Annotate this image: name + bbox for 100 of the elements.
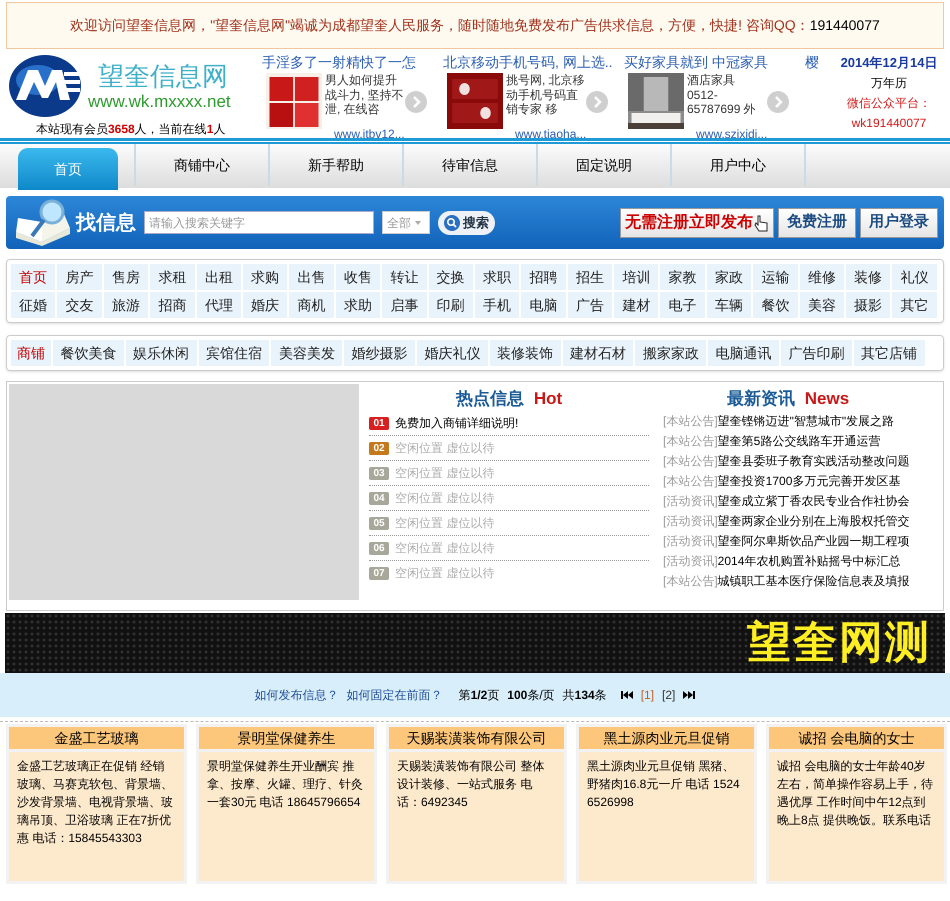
- news-link[interactable]: 望奎成立紫丁香农民专业合作社协会: [718, 492, 910, 510]
- site-url[interactable]: www.wk.mxxxx.net: [88, 92, 231, 110]
- category-link[interactable]: 求职: [474, 264, 520, 290]
- category-link[interactable]: 宾馆住宿: [198, 340, 270, 366]
- last-page-icon[interactable]: [683, 690, 696, 700]
- category-link[interactable]: 建材石材: [562, 340, 634, 366]
- nav-tab[interactable]: 固定说明: [538, 144, 672, 186]
- category-link[interactable]: 培训: [614, 264, 658, 290]
- news-link[interactable]: 望奎阿尔卑斯饮品产业园一期工程项: [718, 532, 910, 550]
- category-link[interactable]: 其它: [892, 292, 937, 318]
- card-title[interactable]: 金盛工艺玻璃: [9, 727, 184, 749]
- ad-description: 挑号网, 北京移动手机号码直销专家 移: [506, 73, 586, 118]
- first-page-icon[interactable]: [620, 690, 633, 700]
- category-link[interactable]: 美容美发: [271, 340, 342, 366]
- category-link[interactable]: 招商: [150, 292, 195, 318]
- category-link[interactable]: 出租: [196, 264, 241, 290]
- category-link[interactable]: 手机: [474, 292, 520, 318]
- news-link[interactable]: 望奎县委班子教育实践活动整改问题: [718, 452, 910, 470]
- register-button[interactable]: 免费注册: [778, 208, 856, 238]
- category-link[interactable]: 电脑通讯: [708, 340, 779, 366]
- category-link[interactable]: 商铺: [11, 340, 51, 366]
- category-link[interactable]: 收售: [336, 264, 380, 290]
- category-link[interactable]: 餐饮: [753, 292, 798, 318]
- card-title[interactable]: 诚招 会电脑的女士: [769, 727, 944, 749]
- ad-title[interactable]: 手淫多了一射精快了一怎: [262, 53, 441, 71]
- category-link[interactable]: 娱乐休闲: [126, 340, 197, 366]
- ad-title[interactable]: 北京移动手机号码, 网上选..: [443, 53, 622, 71]
- category-link[interactable]: 礼仪: [892, 264, 937, 290]
- category-link[interactable]: 其它店铺: [854, 340, 925, 366]
- card-title[interactable]: 黑土源肉业元旦促销: [579, 727, 754, 749]
- news-tag: [活动资讯]: [663, 552, 718, 570]
- news-link[interactable]: 望奎铿锵迈进"智慧城市"发展之路: [718, 412, 894, 430]
- category-link[interactable]: 婚庆: [242, 292, 288, 318]
- nav-tab[interactable]: 待审信息: [404, 144, 538, 186]
- hot-item-link[interactable]: 免费加入商铺详细说明!: [395, 414, 518, 432]
- ad-link[interactable]: www.itbv12...: [262, 125, 441, 143]
- nav-tab[interactable]: 商铺中心: [136, 144, 270, 186]
- news-tag: [活动资讯]: [663, 512, 718, 530]
- category-link[interactable]: 交换: [428, 264, 473, 290]
- publish-button[interactable]: 无需注册立即发布: [620, 208, 774, 238]
- category-link[interactable]: 商机: [289, 292, 334, 318]
- search-button[interactable]: 搜索: [438, 210, 495, 234]
- category-link[interactable]: 代理: [196, 292, 241, 318]
- news-link[interactable]: 城镇职工基本医疗保险信息表及填报: [718, 572, 910, 590]
- news-link[interactable]: 望奎第5路公交线路车开通运营: [718, 432, 880, 450]
- category-link[interactable]: 招聘: [521, 264, 566, 290]
- category-link[interactable]: 摄影: [846, 292, 890, 318]
- category-link[interactable]: 维修: [800, 264, 844, 290]
- card-title[interactable]: 天赐装潢装饰有限公司: [389, 727, 564, 749]
- page-link[interactable]: [2]: [662, 686, 676, 704]
- category-link[interactable]: 出售: [289, 264, 334, 290]
- category-link[interactable]: 家政: [706, 264, 752, 290]
- category-link[interactable]: 餐饮美食: [53, 340, 124, 366]
- category-link[interactable]: 建材: [614, 292, 658, 318]
- login-button[interactable]: 用户登录: [860, 208, 938, 238]
- category-link[interactable]: 搬家家政: [635, 340, 706, 366]
- help-link[interactable]: 如何发布信息？: [254, 686, 339, 704]
- ad-title[interactable]: 樱: [805, 53, 827, 71]
- category-link[interactable]: 启事: [382, 292, 427, 318]
- calendar-link[interactable]: 万年历: [871, 73, 907, 93]
- hot-title-en: Hot: [534, 388, 562, 410]
- news-tag: [本站公告]: [663, 412, 718, 430]
- category-link[interactable]: 运输: [753, 264, 798, 290]
- category-link[interactable]: 家教: [660, 264, 705, 290]
- category-link[interactable]: 求助: [336, 292, 380, 318]
- ad-link[interactable]: www.szixidi...: [624, 125, 803, 143]
- category-link[interactable]: 美容: [800, 292, 844, 318]
- nav-tab[interactable]: 新手帮助: [270, 144, 404, 186]
- category-link[interactable]: 广告: [568, 292, 612, 318]
- category-link[interactable]: 车辆: [706, 292, 752, 318]
- category-link[interactable]: 装修: [846, 264, 890, 290]
- help-link[interactable]: 如何固定在前面？: [346, 686, 443, 704]
- category-link[interactable]: 电子: [660, 292, 705, 318]
- card-title[interactable]: 景明堂保健养生: [199, 727, 374, 749]
- page-link[interactable]: [1]: [640, 686, 654, 704]
- category-link[interactable]: 招生: [568, 264, 612, 290]
- category-link[interactable]: 征婚: [11, 292, 56, 318]
- ad-title[interactable]: 买好家具就到 中冠家具: [624, 53, 803, 71]
- news-link[interactable]: 望奎投资1700多万元完善开发区基: [718, 472, 900, 490]
- category-link[interactable]: 交友: [57, 292, 102, 318]
- category-link[interactable]: 婚庆礼仪: [416, 340, 488, 366]
- category-link[interactable]: 求购: [242, 264, 288, 290]
- category-link[interactable]: 求租: [150, 264, 195, 290]
- category-link[interactable]: 售房: [104, 264, 148, 290]
- category-link[interactable]: 房产: [57, 264, 102, 290]
- ad-link[interactable]: www.tiaoha...: [443, 125, 622, 143]
- news-link[interactable]: 望奎两家企业分别在上海股权托管交: [718, 512, 910, 530]
- category-link[interactable]: 广告印刷: [780, 340, 852, 366]
- category-link[interactable]: 转让: [382, 264, 427, 290]
- news-link[interactable]: 2014年农机购置补贴摇号中标汇总: [718, 552, 900, 570]
- search-field[interactable]: 请输入搜索关键字: [144, 211, 374, 234]
- nav-tab[interactable]: 用户中心: [672, 144, 806, 186]
- card-text: 诚招 会电脑的女士年龄40岁左右，简单操作容易上手，待遇优厚 工作时间中午12点到晚上8点 提供晚饭。联系电话: [769, 752, 944, 881]
- category-link[interactable]: 首页: [11, 264, 56, 290]
- category-link[interactable]: 电脑: [521, 292, 566, 318]
- category-link[interactable]: 印刷: [428, 292, 473, 318]
- pager-info: 第1/2页: [458, 687, 500, 704]
- category-link[interactable]: 婚纱摄影: [344, 340, 415, 366]
- category-link[interactable]: 旅游: [104, 292, 148, 318]
- category-link[interactable]: 装修装饰: [490, 340, 561, 366]
